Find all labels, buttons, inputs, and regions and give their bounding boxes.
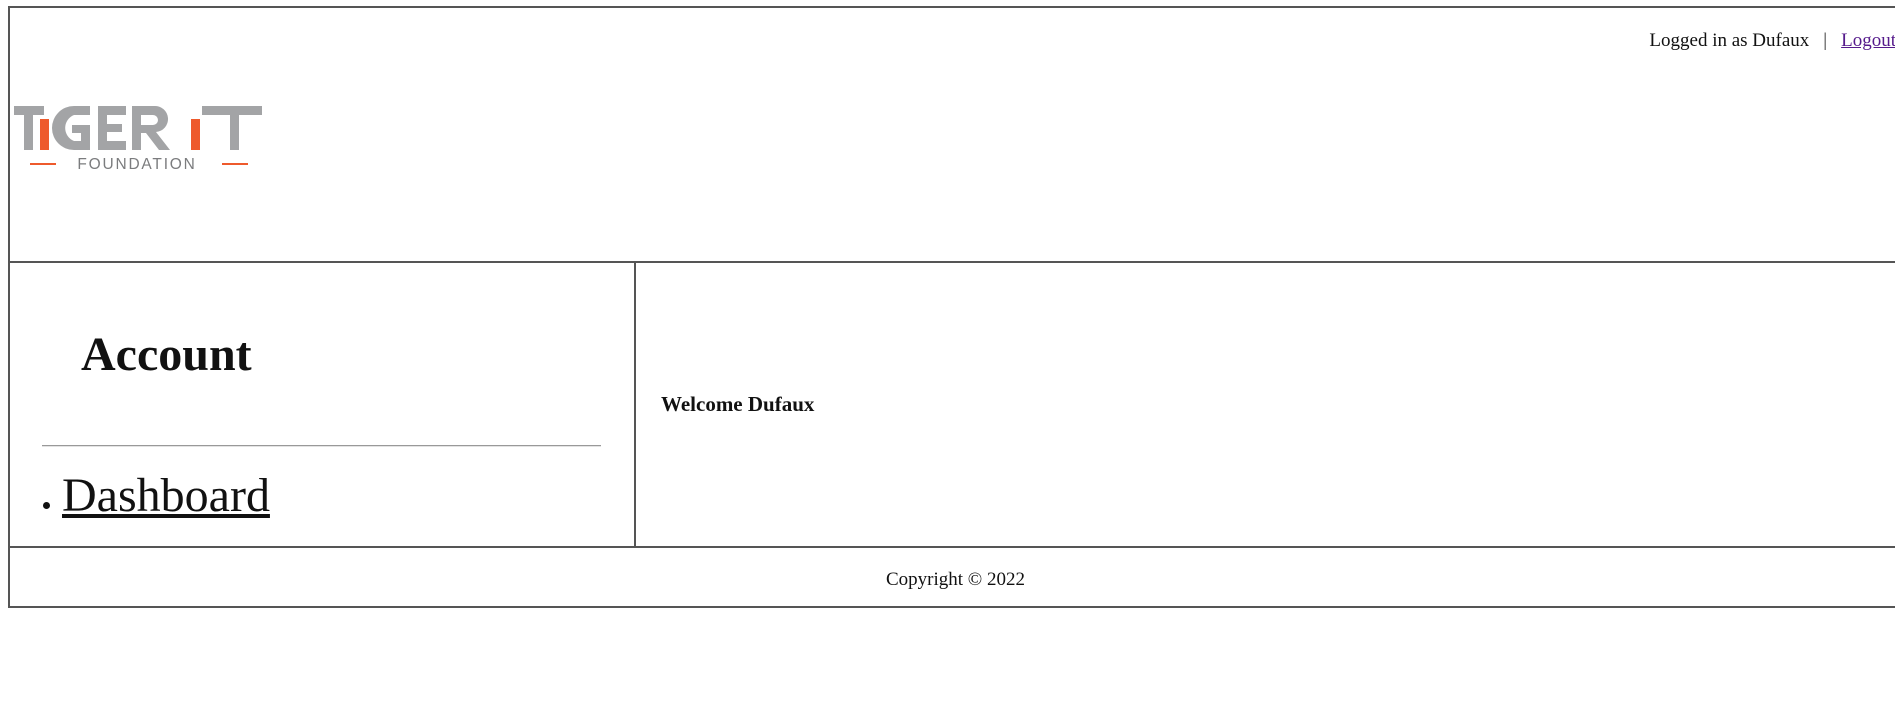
sidebar-nav: Dashboard <box>10 469 270 522</box>
sidebar: Account Dashboard <box>10 263 636 546</box>
dashboard-link[interactable]: Dashboard <box>62 469 270 522</box>
content-panel: Welcome Dufaux <box>636 263 1895 546</box>
tiger-it-foundation-logo: FOUNDATION <box>14 105 262 173</box>
footer: Copyright © 2022 <box>10 548 1895 608</box>
logout-link[interactable]: Logout <box>1841 30 1895 51</box>
main-area: Account Dashboard Welcome Dufaux <box>10 263 1895 548</box>
bullet-icon <box>43 502 50 509</box>
user-bar-separator: | <box>1823 30 1828 51</box>
user-bar: Logged in as Dufaux | Logout <box>1649 30 1895 52</box>
logo-sub-text: FOUNDATION <box>77 156 196 173</box>
sidebar-title: Account <box>81 328 252 381</box>
logged-in-text: Logged in as Dufaux <box>1649 30 1810 51</box>
header: Logged in as Dufaux | Logout FOUNDATION <box>10 8 1895 263</box>
sidebar-divider <box>42 445 601 447</box>
page-frame: Logged in as Dufaux | Logout FOUNDATION … <box>8 6 1895 608</box>
copyright-text: Copyright © 2022 <box>886 569 1025 590</box>
welcome-heading: Welcome Dufaux <box>661 392 815 416</box>
sidebar-item-dashboard: Dashboard <box>10 469 270 522</box>
